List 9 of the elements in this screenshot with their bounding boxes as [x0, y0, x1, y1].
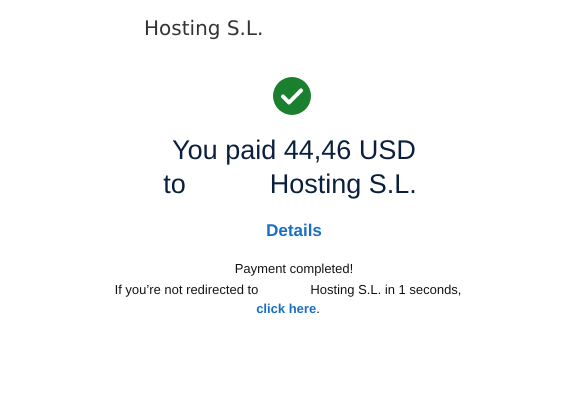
recipient-prefix-text: to	[163, 168, 186, 201]
payment-status-text: Payment completed!	[234, 261, 354, 276]
recipient-name-text: Hosting S.L.	[270, 168, 417, 201]
check-circle-icon	[273, 77, 311, 115]
payment-amount-text: You paid 44,46 USD	[172, 134, 416, 167]
click-here-link[interactable]: click here	[256, 301, 316, 316]
redirect-message: If you’re not redirected to Hosting S.L. in 1 seconds, click here.	[114, 281, 462, 318]
merchant-name: Hosting S.L.	[144, 16, 264, 40]
details-link[interactable]: Details	[266, 221, 322, 241]
